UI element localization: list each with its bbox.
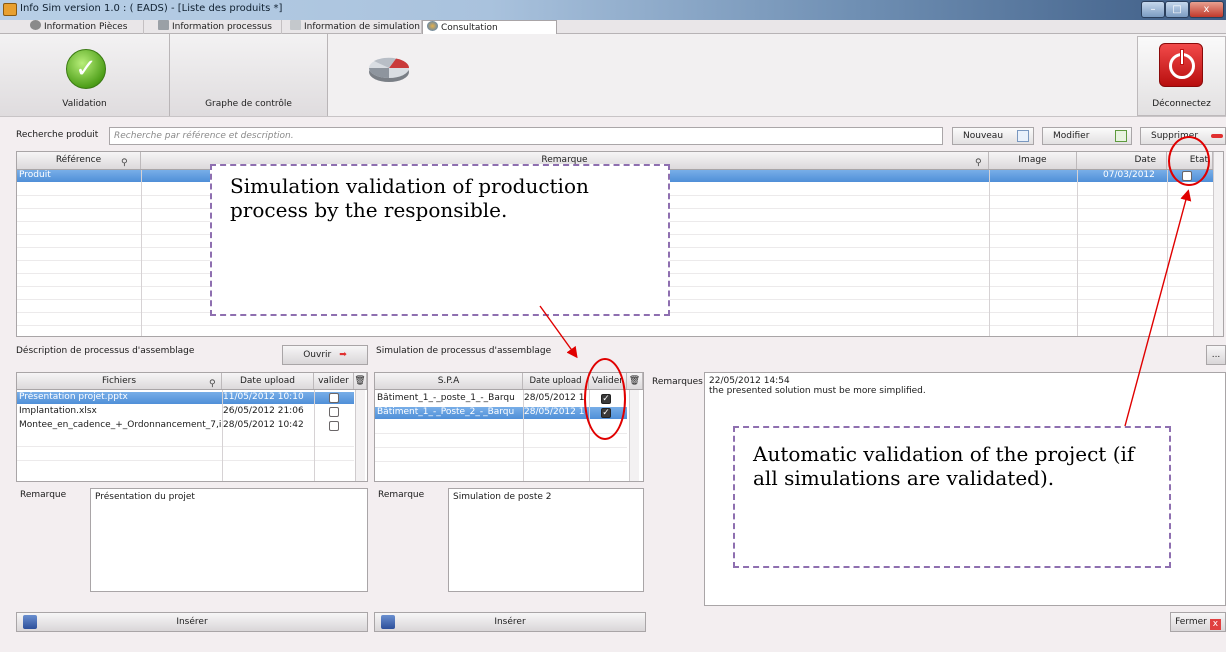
spa-name: Bâtiment_1_-_Poste_2_-_Barqu — [377, 407, 515, 417]
maximize-button[interactable]: □ — [1165, 1, 1189, 18]
file-valider-checkbox[interactable] — [329, 393, 339, 403]
control-graph-label: Graphe de contrôle — [205, 99, 292, 109]
spa-date: 28/05/2012 1 — [524, 407, 585, 417]
table-row[interactable]: Implantation.xlsx 26/05/2012 21:06 — [17, 406, 354, 418]
search-icon[interactable]: ⚲ — [209, 376, 216, 393]
tab-information-processus[interactable]: Information processus — [154, 20, 282, 34]
globe-icon — [427, 21, 438, 31]
ribbon: ✓ Validation Graphe de contrôle — [0, 34, 1226, 117]
trash-icon[interactable]: 🗑 — [627, 373, 643, 389]
tab-label: Information Pièces — [44, 22, 128, 32]
file-date: 11/05/2012 10:10 — [223, 392, 304, 402]
tools-icon — [158, 20, 169, 30]
new-document-icon — [1017, 130, 1029, 142]
insert-files-button[interactable]: Insérer — [16, 612, 368, 632]
assembly-remark-label: Remarque — [20, 490, 67, 500]
insert-simulation-button[interactable]: Insérer — [374, 612, 646, 632]
product-reference: Produit — [19, 170, 51, 180]
simulation-remark-label: Remarque — [378, 490, 425, 500]
gear-icon — [30, 20, 41, 30]
annotation-simulation-validation: Simulation validation of production proc… — [210, 164, 670, 316]
assembly-files-table: Fichiers ⚲ Date upload valider 🗑 Présenta… — [16, 372, 368, 482]
new-button[interactable]: Nouveau — [952, 127, 1034, 145]
column-date-upload[interactable]: Date upload — [523, 373, 589, 389]
disconnect-button[interactable]: Déconnectez — [1137, 36, 1226, 116]
minimize-button[interactable]: – — [1141, 1, 1165, 18]
tab-label: Consultation — [441, 23, 498, 33]
arrow-icon: ➡ — [339, 350, 347, 360]
column-date-upload[interactable]: Date upload — [222, 373, 314, 389]
file-name: Montee_en_cadence_+_Ordonnancement_7,i — [19, 420, 221, 430]
remark-timestamp: 22/05/2012 14:54 — [709, 376, 790, 386]
highlight-etat-column — [1168, 136, 1210, 186]
more-button[interactable]: ... — [1206, 345, 1226, 365]
table-row[interactable]: Présentation projet.pptx 11/05/2012 10:1… — [17, 392, 354, 404]
close-icon: x — [1209, 619, 1221, 630]
insert-label: Insérer — [176, 617, 208, 627]
checkmark-icon: ✓ — [66, 49, 106, 89]
trash-icon[interactable]: 🗑 — [354, 373, 367, 389]
open-button[interactable]: Ouvrir ➡ — [282, 345, 368, 365]
spa-date: 28/05/2012 1 — [524, 393, 585, 403]
highlight-valider-column — [584, 358, 626, 440]
insert-label: Insérer — [494, 617, 526, 627]
close-window-button[interactable]: x — [1189, 1, 1224, 18]
file-name: Implantation.xlsx — [19, 406, 97, 416]
open-label: Ouvrir — [303, 350, 332, 360]
tab-label: Information processus — [172, 22, 272, 32]
simulation-scrollbar[interactable] — [629, 390, 639, 481]
assembly-header: Fichiers ⚲ Date upload valider 🗑 — [17, 373, 367, 390]
remarks-label: Remarques — [652, 377, 703, 387]
column-valider[interactable]: valider — [314, 373, 354, 389]
annotation-automatic-validation: Automatic validation of the project (if … — [733, 426, 1171, 568]
tab-consultation[interactable]: Consultation — [422, 20, 557, 35]
validation-label: Validation — [62, 99, 107, 109]
product-date: 07/03/2012 — [1103, 170, 1155, 180]
simulation-icon — [290, 20, 301, 30]
column-image[interactable]: Image — [989, 152, 1077, 169]
simulation-remark-textarea[interactable]: Simulation de poste 2 — [448, 488, 644, 592]
app-icon — [3, 3, 17, 16]
new-label: Nouveau — [963, 131, 1004, 141]
spa-name: Bâtiment_1_-_poste_1_-_Barqu — [377, 393, 515, 403]
file-name: Présentation projet.pptx — [19, 392, 128, 402]
file-valider-checkbox[interactable] — [329, 407, 339, 417]
pie-chart-icon — [369, 57, 410, 82]
power-icon — [1159, 43, 1203, 87]
search-input[interactable]: Recherche par référence et description. — [109, 127, 943, 145]
products-scrollbar[interactable] — [1213, 152, 1223, 336]
tab-label: Information de simulation — [304, 22, 420, 32]
arrow-icon — [1211, 134, 1223, 138]
column-date[interactable]: Date — [1077, 152, 1167, 169]
column-spa[interactable]: S.P.A — [375, 373, 523, 389]
save-icon — [381, 615, 395, 629]
close-button[interactable]: Fermer x — [1170, 612, 1226, 632]
assembly-title: Déscription de processus d'assemblage — [16, 346, 195, 356]
column-fichiers[interactable]: Fichiers ⚲ — [17, 373, 222, 389]
file-date: 26/05/2012 21:06 — [223, 406, 304, 416]
validation-button[interactable]: ✓ Validation — [0, 34, 170, 116]
tab-information-simulation[interactable]: Information de simulation — [286, 20, 422, 34]
file-valider-checkbox[interactable] — [329, 421, 339, 431]
tab-bar: Information Pièces Information processus… — [0, 20, 1226, 35]
remark-text: the presented solution must be more simp… — [709, 386, 926, 396]
table-row[interactable]: Montee_en_cadence_+_Ordonnancement_7,i 2… — [17, 420, 354, 432]
window-title: Info Sim version 1.0 : ( EADS) - [Liste … — [20, 3, 283, 14]
simulation-title: Simulation de processus d'assemblage — [376, 346, 552, 356]
edit-icon — [1115, 130, 1127, 142]
modify-button[interactable]: Modifier — [1042, 127, 1132, 145]
tab-information-pieces[interactable]: Information Pièces — [26, 20, 144, 34]
control-graph-button[interactable]: Graphe de contrôle — [170, 34, 410, 116]
close-label: Fermer — [1175, 617, 1207, 627]
column-reference[interactable]: Référence ⚲ — [17, 152, 141, 169]
assembly-remark-textarea[interactable]: Présentation du projet — [90, 488, 368, 592]
file-date: 28/05/2012 10:42 — [223, 420, 304, 430]
search-label: Recherche produit — [16, 130, 99, 140]
assembly-scrollbar[interactable] — [355, 390, 365, 481]
disconnect-label: Déconnectez — [1152, 99, 1211, 109]
modify-label: Modifier — [1053, 131, 1090, 141]
title-bar: Info Sim version 1.0 : ( EADS) - [Liste … — [0, 0, 1226, 20]
save-icon — [23, 615, 37, 629]
